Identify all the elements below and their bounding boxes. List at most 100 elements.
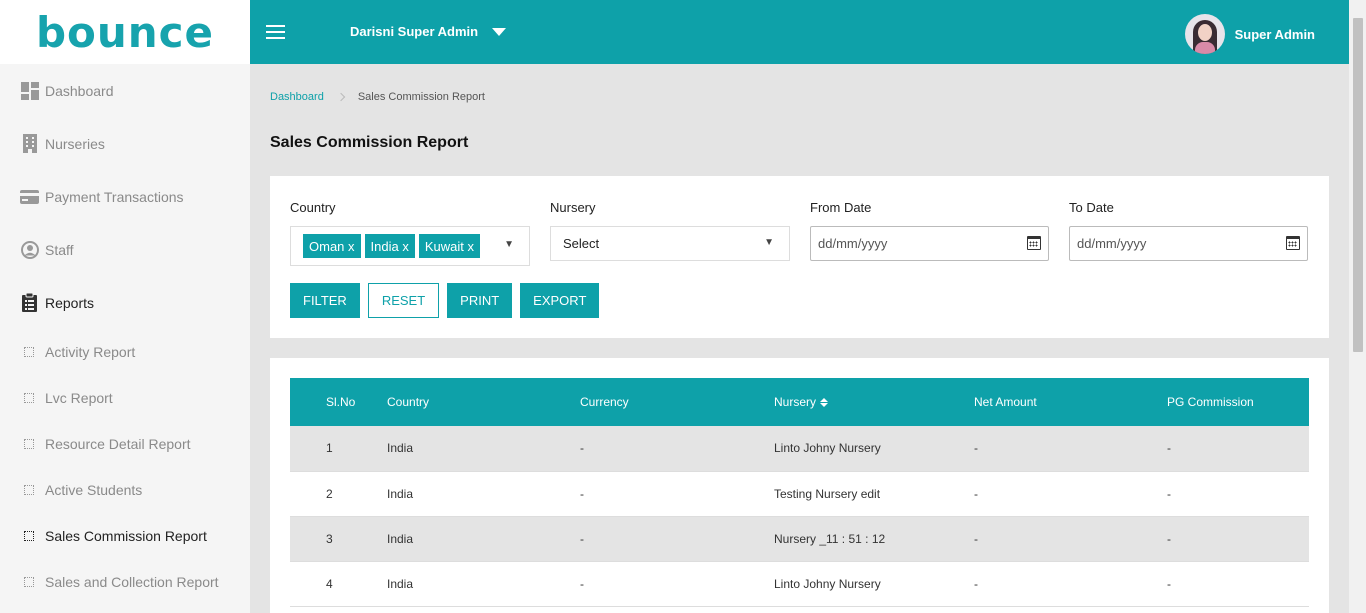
sidebar-item-dashboard[interactable]: Dashboard (0, 64, 250, 117)
cell-slno: 1 (326, 441, 333, 456)
square-icon (24, 393, 34, 403)
report-table: Sl.No Country Currency Nursery Net Amoun… (290, 378, 1309, 607)
breadcrumb: Dashboard Sales Commission Report (270, 91, 485, 103)
topbar: Darisni Super Admin Super Admin (250, 0, 1349, 64)
sidebar-subitem-active-students[interactable]: Active Students (0, 467, 250, 513)
from-date-placeholder: dd/mm/yyyy (818, 236, 888, 251)
sidebar-subitem-label: Activity Report (45, 344, 136, 360)
table-row: 4 India - Linto Johny Nursery - - (290, 561, 1309, 606)
report-table-card: Sl.No Country Currency Nursery Net Amoun… (270, 358, 1329, 613)
cell-pg-commission: - (1167, 531, 1171, 546)
cell-slno: 2 (326, 486, 333, 501)
cell-pg-commission: - (1167, 441, 1171, 456)
cell-country: India (387, 576, 414, 591)
cell-currency: - (580, 441, 584, 456)
table-row: 1 India - Linto Johny Nursery - - (290, 426, 1309, 471)
table-header-row: Sl.No Country Currency Nursery Net Amoun… (290, 378, 1309, 426)
header-nursery[interactable]: Nursery (774, 378, 974, 426)
user-menu[interactable]: Super Admin (1184, 14, 1315, 54)
cell-net-amount: - (974, 441, 978, 456)
country-chip-india[interactable]: India x (364, 234, 415, 258)
sidebar-subitem-resource-detail-report[interactable]: Resource Detail Report (0, 421, 250, 467)
from-date-input[interactable]: dd/mm/yyyy (810, 226, 1049, 261)
cell-slno: 3 (326, 531, 333, 546)
to-date-input[interactable]: dd/mm/yyyy (1069, 226, 1308, 261)
filter-actions: FILTER RESET PRINT EXPORT (290, 283, 607, 318)
sidebar-item-payment-transactions[interactable]: Payment Transactions (0, 170, 250, 223)
cell-country: India (387, 486, 414, 501)
from-date-label: From Date (810, 200, 872, 215)
cell-net-amount: - (974, 531, 978, 546)
logo[interactable]: bounce (0, 0, 250, 64)
country-multiselect[interactable]: Oman x India x Kuwait x ▼ (290, 226, 530, 266)
nursery-select[interactable]: Select ▼ (550, 226, 790, 261)
sidebar-subitem-lvc-report[interactable]: Lvc Report (0, 375, 250, 421)
cell-nursery: Nursery _11 : 51 : 12 (774, 531, 886, 546)
header-nursery-label: Nursery (774, 395, 817, 409)
cell-pg-commission: - (1167, 576, 1171, 591)
cell-currency: - (580, 486, 584, 501)
role-dropdown[interactable]: Darisni Super Admin (350, 24, 507, 39)
table-row: 3 India - Nursery _11 : 51 : 12 - - (290, 516, 1309, 561)
header-country: Country (387, 395, 430, 409)
breadcrumb-current: Sales Commission Report (357, 91, 485, 103)
header-net-amount: Net Amount (974, 395, 1037, 409)
sidebar-item-nurseries[interactable]: Nurseries (0, 117, 250, 170)
dropdown-arrow-icon[interactable]: ▼ (504, 239, 514, 250)
user-name: Super Admin (1234, 26, 1315, 42)
dashboard-icon (20, 81, 39, 100)
sidebar-subitem-label: Active Students (45, 482, 143, 498)
dropdown-arrow-icon: ▼ (764, 237, 774, 248)
sidebar-subitem-label: Resource Detail Report (45, 436, 191, 452)
print-button[interactable]: PRINT (447, 283, 513, 318)
cell-nursery: Linto Johny Nursery (774, 441, 881, 456)
clipboard-icon (20, 293, 39, 312)
nursery-label: Nursery (550, 200, 596, 215)
avatar (1184, 14, 1225, 54)
to-date-label: To Date (1069, 200, 1114, 215)
filter-panel: Country Oman x India x Kuwait x ▼ Nurser… (270, 176, 1329, 338)
table-row: 2 India - Testing Nursery edit - - (290, 471, 1309, 516)
cell-net-amount: - (974, 486, 978, 501)
cell-currency: - (580, 576, 584, 591)
square-icon (24, 439, 34, 449)
logo-text: bounce (35, 7, 215, 57)
chevron-right-icon (336, 92, 346, 102)
country-chip-kuwait[interactable]: Kuwait x (418, 234, 480, 258)
reset-button[interactable]: RESET (367, 283, 440, 318)
sidebar-subitem-sales-and-collection-report[interactable]: Sales and Collection Report (0, 559, 250, 605)
sidebar: bounce Dashboard Nurseries Payment Trans… (0, 0, 250, 613)
sidebar-subitem-label: Lvc Report (45, 390, 113, 406)
calendar-icon[interactable] (1027, 236, 1041, 250)
role-label: Darisni Super Admin (350, 24, 479, 39)
square-icon (24, 347, 34, 357)
sidebar-subitem-label: Sales Commission Report (45, 528, 207, 544)
sidebar-item-reports[interactable]: Reports (0, 276, 250, 329)
hamburger-menu-icon[interactable] (266, 25, 285, 43)
to-date-placeholder: dd/mm/yyyy (1077, 236, 1147, 251)
header-currency: Currency (580, 395, 629, 409)
breadcrumb-home-link[interactable]: Dashboard (270, 91, 324, 103)
sort-icon[interactable] (820, 398, 829, 408)
cell-country: India (387, 531, 414, 546)
export-button[interactable]: EXPORT (520, 283, 600, 318)
cell-slno: 4 (326, 576, 333, 591)
to-date-field: To Date dd/mm/yyyy (1069, 200, 1308, 261)
calendar-icon[interactable] (1286, 236, 1300, 250)
nursery-field: Nursery Select ▼ (550, 200, 790, 261)
sidebar-item-label: Payment Transactions (45, 188, 184, 205)
sidebar-item-label: Staff (45, 241, 74, 258)
sidebar-subitem-sales-commission-report[interactable]: Sales Commission Report (0, 513, 250, 559)
sidebar-item-label: Reports (45, 294, 95, 311)
filter-button[interactable]: FILTER (290, 283, 360, 318)
main-content: Dashboard Sales Commission Report Sales … (250, 64, 1349, 613)
country-field: Country Oman x India x Kuwait x ▼ (290, 200, 530, 266)
square-icon (24, 531, 34, 541)
page-scrollbar[interactable] (1349, 0, 1366, 613)
sidebar-item-staff[interactable]: Staff (0, 223, 250, 276)
sidebar-subitem-activity-report[interactable]: Activity Report (0, 329, 250, 375)
scrollbar-thumb[interactable] (1353, 18, 1363, 352)
caret-down-icon (492, 27, 507, 36)
country-chip-oman[interactable]: Oman x (303, 234, 361, 258)
cell-nursery: Linto Johny Nursery (774, 576, 881, 591)
